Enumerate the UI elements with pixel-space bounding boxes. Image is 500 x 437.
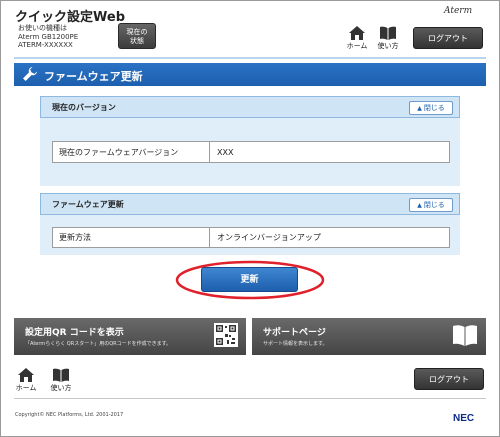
firmware-update-heading: ファームウェア更新: [52, 200, 124, 209]
app-title: クイック設定Web: [15, 10, 125, 25]
update-method-value: オンラインバージョンアップ: [217, 233, 321, 242]
support-card-title: サポートページ: [263, 328, 326, 338]
current-version-close-label: 閉じる: [423, 104, 445, 112]
footer-home-label: ホーム: [15, 384, 37, 392]
support-card-subtitle: サポート情報を表示します。: [263, 341, 328, 347]
page-title: ファームウェア更新: [44, 70, 143, 83]
howto-nav[interactable]: 使い方: [375, 26, 401, 51]
highlight-ellipse: [175, 260, 325, 300]
firmware-update-close-button[interactable]: ▲ 閉じる: [409, 198, 453, 212]
home-nav[interactable]: ホーム: [346, 26, 368, 51]
logout-button[interactable]: ログアウト: [413, 27, 483, 49]
firmware-update-header: ファームウェア更新 ▲ 閉じる: [40, 193, 460, 215]
qr-code-card[interactable]: 設定用QR コードを表示 「Atermらくらく QRスタート」用のQRコードを作…: [14, 318, 246, 355]
update-method-key: 更新方法: [53, 228, 210, 247]
footer-divider: [14, 398, 486, 399]
current-version-close-button[interactable]: ▲ 閉じる: [409, 101, 453, 115]
model-id: ATERM-XXXXXX: [18, 41, 73, 49]
footer-howto-label: 使い方: [50, 384, 72, 392]
support-page-card[interactable]: サポートページ サポート情報を表示します。: [252, 318, 486, 355]
footer-logout-button[interactable]: ログアウト: [414, 368, 484, 390]
chevron-up-icon: ▲: [417, 202, 422, 209]
copyright: Copyright© NEC Platforms, Ltd. 2001-2017: [15, 412, 124, 418]
qr-card-subtitle: 「Atermらくらく QRスタート」用のQRコードを作成できます。: [25, 341, 172, 347]
brand-logo: Aterm: [444, 6, 473, 16]
current-version-header: 現在のバージョン ▲ 閉じる: [40, 96, 460, 118]
qr-code-icon: [214, 323, 238, 347]
header: クイック設定Web お使いの機種は Aterm GB1200PE ATERM-X…: [0, 0, 500, 58]
home-icon: [18, 368, 34, 382]
current-version-value: XXX: [217, 147, 234, 157]
footer-howto-nav[interactable]: 使い方: [48, 368, 74, 393]
nec-logo: NEC: [453, 413, 475, 424]
home-label: ホーム: [346, 42, 368, 50]
wrench-icon: [23, 67, 37, 81]
current-version-key: 現在のファームウェアバージョン: [53, 142, 210, 162]
update-method-row: 更新方法 オンラインバージョンアップ: [52, 227, 450, 248]
current-version-heading: 現在のバージョン: [52, 103, 116, 112]
home-icon: [349, 26, 365, 40]
model-label: お使いの機種は: [18, 24, 67, 32]
current-status-button[interactable]: 現在の 状態: [118, 23, 156, 49]
howto-label: 使い方: [377, 42, 399, 50]
footer-home-nav[interactable]: ホーム: [15, 368, 37, 393]
book-icon: [53, 368, 69, 382]
page-title-bar: ファームウェア更新: [14, 63, 486, 86]
chevron-up-icon: ▲: [417, 105, 422, 112]
status-button-line1: 現在の: [126, 28, 148, 36]
firmware-update-close-label: 閉じる: [423, 201, 445, 209]
model-name: Aterm GB1200PE: [18, 33, 79, 41]
current-version-row: 現在のファームウェアバージョン XXX: [52, 141, 450, 163]
book-icon: [453, 325, 477, 346]
book-icon: [380, 26, 396, 40]
status-button-line2: 状態: [130, 37, 144, 45]
qr-card-title: 設定用QR コードを表示: [25, 328, 124, 338]
header-divider: [14, 57, 486, 59]
